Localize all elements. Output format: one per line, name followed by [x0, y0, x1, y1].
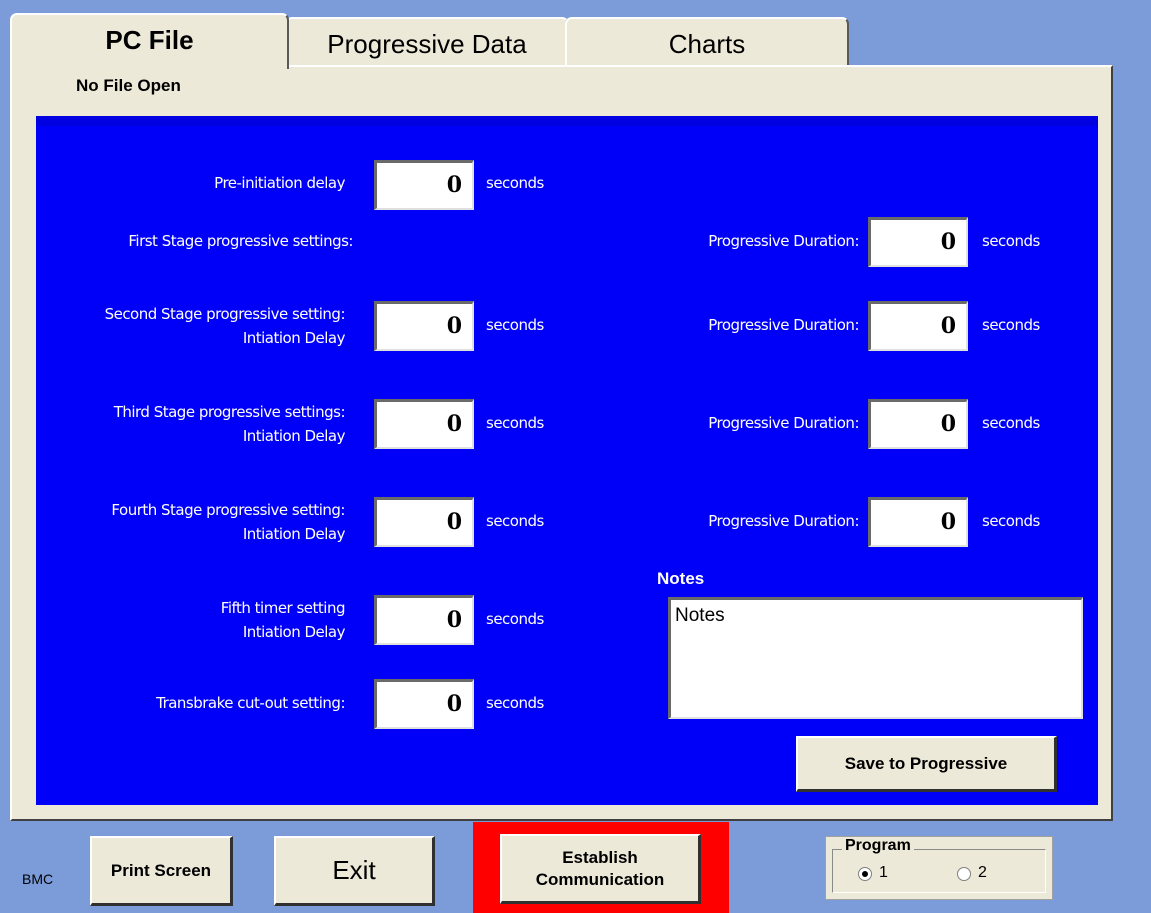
- button-label: Print Screen: [110, 860, 212, 880]
- progressive-duration-2-input[interactable]: 0: [868, 301, 968, 351]
- fifth-timer-label: Fifth timer setting: [220, 599, 346, 617]
- fifth-timer-delay-input[interactable]: 0: [374, 595, 474, 645]
- program-group-title: Program: [842, 837, 914, 855]
- unit-label: seconds: [982, 414, 1040, 432]
- progressive-duration-label: Progressive Duration:: [708, 316, 859, 334]
- tab-charts[interactable]: Charts: [565, 17, 849, 67]
- pre-initiation-label: Pre-initiation delay: [214, 174, 345, 192]
- unit-label: seconds: [486, 414, 544, 432]
- brand-label: BMC: [22, 871, 54, 887]
- print-screen-button[interactable]: Print Screen: [90, 836, 233, 906]
- tab-progressive-data[interactable]: Progressive Data: [285, 17, 569, 67]
- program-1-radio[interactable]: [858, 867, 872, 881]
- program-2-label: 2: [978, 864, 987, 881]
- program-1-label: 1: [879, 864, 888, 881]
- progressive-duration-label: Progressive Duration:: [708, 512, 859, 530]
- second-stage-label: Second Stage progressive setting:: [104, 305, 346, 323]
- button-label: Communication: [535, 869, 665, 889]
- second-stage-sublabel: Intiation Delay: [242, 329, 346, 347]
- progressive-duration-4-input[interactable]: 0: [868, 497, 968, 547]
- third-stage-delay-input[interactable]: 0: [374, 399, 474, 449]
- unit-label: seconds: [486, 512, 544, 530]
- exit-button[interactable]: Exit: [274, 836, 435, 906]
- fourth-stage-label: Fourth Stage progressive setting:: [111, 501, 345, 519]
- first-stage-label: First Stage progressive settings:: [128, 232, 353, 250]
- fourth-stage-delay-input[interactable]: 0: [374, 497, 474, 547]
- program-group: Program 1 2: [825, 836, 1053, 900]
- tab-label: Charts: [668, 29, 746, 59]
- transbrake-cutout-input[interactable]: 0: [374, 679, 474, 729]
- tab-label: PC File: [105, 25, 194, 55]
- unit-label: seconds: [982, 316, 1040, 334]
- third-stage-sublabel: Intiation Delay: [242, 427, 346, 445]
- unit-label: seconds: [486, 694, 544, 712]
- progressive-duration-label: Progressive Duration:: [708, 414, 859, 432]
- progressive-duration-3-input[interactable]: 0: [868, 399, 968, 449]
- transbrake-label: Transbrake cut-out setting:: [156, 694, 345, 712]
- button-label: Save to Progressive: [844, 753, 1008, 773]
- notes-textarea[interactable]: Notes: [668, 597, 1083, 719]
- pre-initiation-delay-input[interactable]: 0: [374, 160, 474, 210]
- unit-label: seconds: [486, 610, 544, 628]
- program-2-radio[interactable]: [957, 867, 971, 881]
- button-label: Exit: [332, 855, 376, 885]
- notes-label: Notes: [657, 569, 705, 588]
- fourth-stage-sublabel: Intiation Delay: [242, 525, 346, 543]
- progressive-duration-1-input[interactable]: 0: [868, 217, 968, 267]
- file-status: No File Open: [76, 76, 181, 95]
- establish-communication-button[interactable]: Establish Communication: [500, 834, 701, 904]
- unit-label: seconds: [982, 232, 1040, 250]
- unit-label: seconds: [486, 174, 544, 192]
- settings-area-divider: [36, 116, 1098, 126]
- tab-label: Progressive Data: [327, 29, 527, 59]
- unit-label: seconds: [982, 512, 1040, 530]
- button-label: Establish: [562, 847, 638, 867]
- progressive-duration-label: Progressive Duration:: [708, 232, 859, 250]
- third-stage-label: Third Stage progressive settings:: [113, 403, 346, 421]
- unit-label: seconds: [486, 316, 544, 334]
- second-stage-delay-input[interactable]: 0: [374, 301, 474, 351]
- save-to-progressive-button[interactable]: Save to Progressive: [796, 736, 1057, 792]
- fifth-timer-sublabel: Intiation Delay: [242, 623, 346, 641]
- tab-pc-file[interactable]: PC File: [10, 13, 289, 69]
